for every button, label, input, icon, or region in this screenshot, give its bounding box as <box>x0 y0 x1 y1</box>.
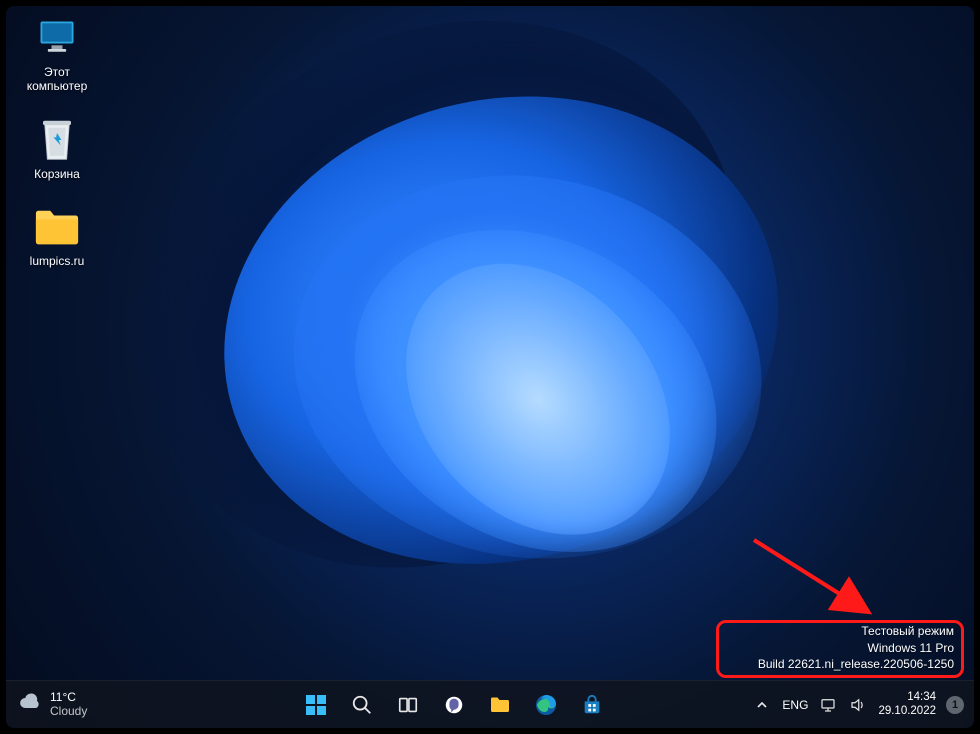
chat-icon <box>443 694 465 716</box>
start-button[interactable] <box>296 685 336 725</box>
notification-center-button[interactable]: 1 <box>946 696 964 714</box>
watermark-line-1: Тестовый режим <box>758 623 954 639</box>
language-indicator[interactable]: ENG <box>782 698 808 712</box>
edge-icon <box>534 693 558 717</box>
clock-date: 29.10.2022 <box>878 705 936 718</box>
folder-icon <box>33 203 81 251</box>
test-mode-watermark: Тестовый режим Windows 11 Pro Build 2262… <box>758 623 954 672</box>
notification-count: 1 <box>952 699 958 711</box>
taskbar-center <box>156 685 752 725</box>
store-icon <box>581 694 603 716</box>
watermark-line-3: Build 22621.ni_release.220506-1250 <box>758 656 954 672</box>
taskbar: 11°C Cloudy <box>6 680 974 728</box>
task-view-button[interactable] <box>388 685 428 725</box>
task-view-icon <box>397 694 419 716</box>
windows-logo-icon <box>304 693 328 717</box>
desktop-icons: Этот компьютер Корзина lumpics.ru <box>16 14 106 291</box>
desktop-icon-folder[interactable]: lumpics.ru <box>16 203 98 269</box>
desktop-icon-this-pc[interactable]: Этот компьютер <box>16 14 98 94</box>
weather-condition: Cloudy <box>50 705 87 718</box>
annotation-arrow-icon <box>744 530 884 620</box>
search-icon <box>351 694 373 716</box>
chevron-up-icon <box>756 699 768 711</box>
recycle-bin-icon <box>33 116 81 164</box>
icon-label: Этот компьютер <box>27 65 88 93</box>
store-button[interactable] <box>572 685 612 725</box>
file-explorer-button[interactable] <box>480 685 520 725</box>
network-button[interactable] <box>818 695 838 715</box>
taskbar-system-tray: ENG 14:34 29.10.2022 1 <box>752 691 974 717</box>
desktop-icon-recycle-bin[interactable]: Корзина <box>16 116 98 182</box>
wallpaper-bloom <box>6 6 974 728</box>
edge-button[interactable] <box>526 685 566 725</box>
network-icon <box>819 696 837 714</box>
monitor-icon <box>33 14 81 62</box>
weather-cloud-icon <box>18 691 42 718</box>
clock-time: 14:34 <box>878 691 936 704</box>
desktop-screen: Этот компьютер Корзина lumpics.ru <box>6 6 974 728</box>
search-button[interactable] <box>342 685 382 725</box>
volume-button[interactable] <box>848 695 868 715</box>
folder-icon <box>488 693 512 717</box>
speaker-icon <box>849 696 867 714</box>
tray-overflow-button[interactable] <box>752 695 772 715</box>
icon-label: Корзина <box>34 167 80 181</box>
watermark-line-2: Windows 11 Pro <box>758 640 954 656</box>
widgets-button[interactable] <box>434 685 474 725</box>
taskbar-clock[interactable]: 14:34 29.10.2022 <box>878 691 936 717</box>
weather-temp: 11°C <box>50 691 87 704</box>
icon-label: lumpics.ru <box>30 254 85 268</box>
taskbar-weather-widget[interactable]: 11°C Cloudy <box>6 691 156 718</box>
